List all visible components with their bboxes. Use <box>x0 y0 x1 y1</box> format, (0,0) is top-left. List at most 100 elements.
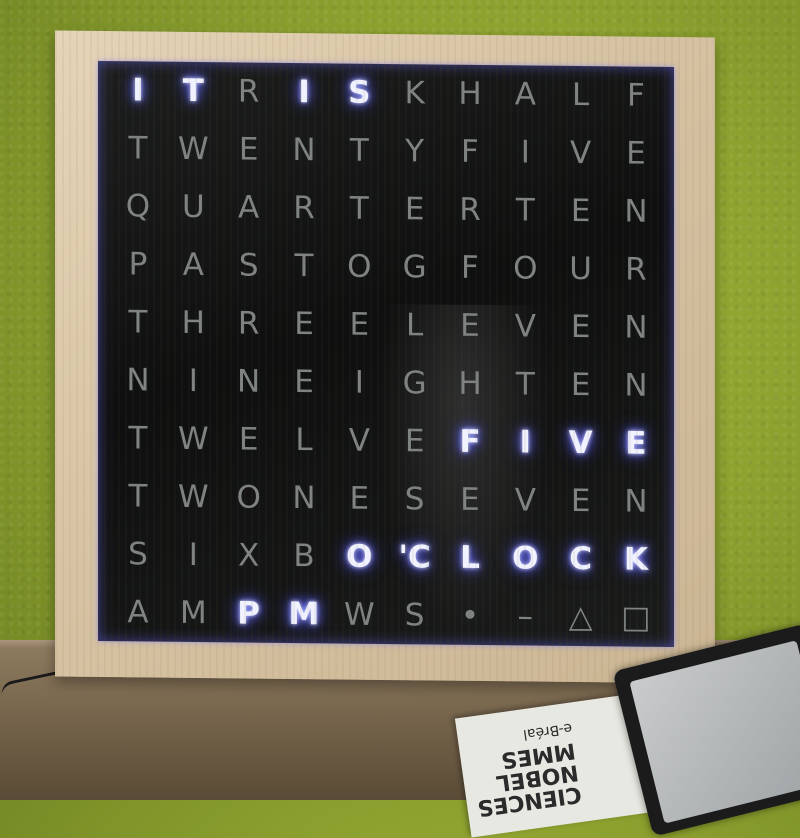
letter: U <box>569 250 592 288</box>
letter: I <box>188 362 198 400</box>
lit-letter: I <box>298 74 310 111</box>
letter-row: NINEIGHTEN <box>98 351 674 415</box>
letter: E <box>460 307 480 344</box>
letter: F <box>461 249 479 286</box>
letter-row: QUARTERTEN <box>98 177 674 241</box>
letter: L <box>295 422 313 459</box>
word-clock-face: ITRISKHALFTWENTYFIVEQUARTERTENPASTOGFOUR… <box>98 60 674 648</box>
letter: L <box>406 307 424 344</box>
lit-letter: L <box>460 539 480 576</box>
letter: V <box>570 134 592 172</box>
letter: O <box>513 250 538 287</box>
letter: A <box>127 594 149 631</box>
letter: B <box>293 538 315 575</box>
letter-row: TWENTYFIVE <box>98 119 674 183</box>
letter: E <box>460 481 480 518</box>
letter: A <box>182 246 204 284</box>
letter: E <box>570 192 591 230</box>
lit-letter: F <box>459 423 481 461</box>
letter: G <box>402 365 427 402</box>
letter: H <box>181 304 205 342</box>
letter-row: I TR I SKHALF <box>98 61 674 125</box>
letter: X <box>238 537 260 574</box>
book-title: CIENCES NOBEL MMES e-Bréal <box>467 717 583 821</box>
letter: F <box>627 77 645 114</box>
letter: E <box>294 306 314 343</box>
letter: R <box>237 305 260 342</box>
glass-reflection <box>378 303 548 636</box>
letter: N <box>624 483 648 520</box>
letter: U <box>181 188 205 226</box>
letter: O <box>347 248 372 285</box>
letter: H <box>458 365 482 403</box>
letter: W <box>178 478 209 516</box>
lit-letter: O <box>512 540 539 577</box>
lit-letter: T <box>182 72 204 110</box>
letter: E <box>570 308 591 346</box>
letter: S <box>238 247 259 284</box>
letter: T <box>294 248 314 285</box>
lit-letter: V <box>568 424 593 462</box>
lit-letter: S <box>348 74 371 111</box>
letter: N <box>237 363 261 400</box>
letter: F <box>461 133 479 170</box>
letter: N <box>126 362 150 399</box>
letter: T <box>349 190 369 227</box>
letter: A <box>238 189 260 226</box>
letter: S <box>404 481 425 518</box>
letter: T <box>515 366 535 403</box>
letter-row: S I X B O 'C L O C K <box>98 525 674 589</box>
letter-row: A M P M W S • – △ □ <box>98 583 674 647</box>
letter: T <box>128 130 148 167</box>
letter: N <box>292 132 316 169</box>
letter: E <box>238 421 259 458</box>
letter: M <box>179 594 207 632</box>
lit-letter: 'C <box>398 539 431 576</box>
lit-letter: P <box>237 595 261 632</box>
lit-letter: O <box>346 538 373 575</box>
letter: I <box>520 134 530 171</box>
letter: G <box>402 249 427 286</box>
letter: • <box>460 597 480 634</box>
letter: W <box>178 130 209 168</box>
letter: R <box>625 251 647 288</box>
letter: I <box>188 536 198 574</box>
letter: E <box>570 482 591 520</box>
letter: E <box>570 366 591 404</box>
letter: K <box>404 75 425 112</box>
letter: V <box>514 308 536 345</box>
tablet-screen <box>629 640 800 824</box>
lit-letter: E <box>625 425 647 462</box>
letter: △ <box>568 598 593 636</box>
letter: E <box>349 480 370 517</box>
letter: I <box>354 364 364 401</box>
letter: T <box>128 420 148 457</box>
letter: S <box>128 536 148 573</box>
letter: V <box>514 482 536 519</box>
letter: Q <box>125 188 151 225</box>
letter: P <box>128 246 148 283</box>
letter: N <box>292 480 316 517</box>
letter: T <box>349 132 369 169</box>
letter: E <box>404 191 425 228</box>
letter-row: PASTOGFOUR <box>98 235 674 299</box>
letter: A <box>514 76 536 113</box>
letter: W <box>178 420 209 458</box>
letter: O <box>236 479 261 516</box>
letter: E <box>349 306 370 343</box>
letter: N <box>624 367 648 404</box>
letter: E <box>404 423 425 460</box>
letter: □ <box>621 599 651 636</box>
lit-letter: I <box>519 424 532 461</box>
letter: S <box>404 597 425 634</box>
letter: R <box>293 190 315 227</box>
letter: E <box>626 135 646 172</box>
lit-letter: C <box>569 540 592 578</box>
letter: V <box>348 422 370 459</box>
letter: W <box>343 596 375 633</box>
letter-grid: ITRISKHALFTWENTYFIVEQUARTERTENPASTOGFOUR… <box>98 61 674 647</box>
letter: R <box>237 73 260 110</box>
letter: N <box>624 193 648 230</box>
word-clock-frame: ITRISKHALFTWENTYFIVEQUARTERTENPASTOGFOUR… <box>55 30 715 684</box>
letter: – <box>517 598 534 635</box>
